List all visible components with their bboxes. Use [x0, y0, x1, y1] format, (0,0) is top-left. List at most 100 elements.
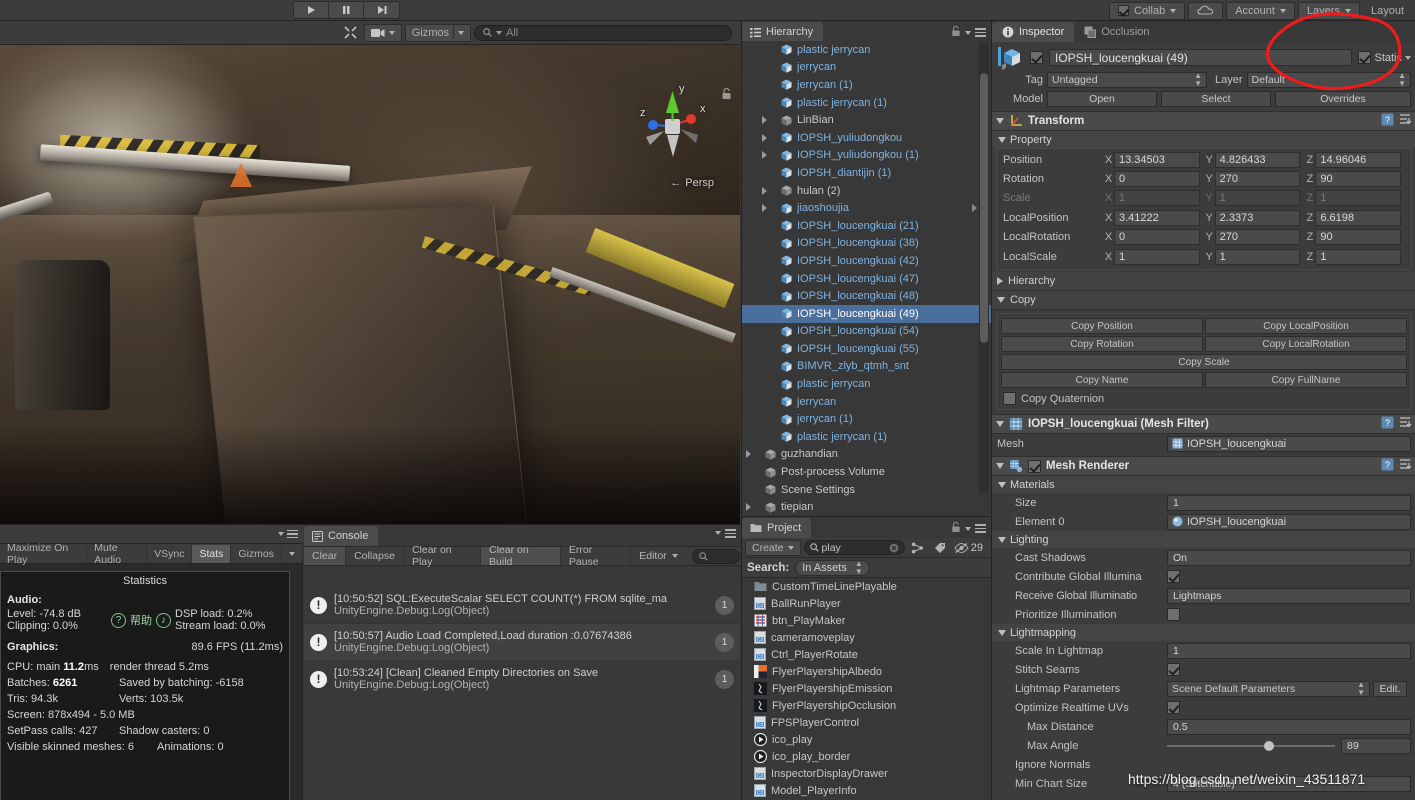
account-button[interactable]: Account	[1226, 1, 1295, 20]
lighting-section-header[interactable]: Lighting	[992, 531, 1415, 549]
transform-z-field[interactable]: 6.6198	[1315, 209, 1402, 226]
cast-shadows-value[interactable]: On	[1167, 549, 1411, 566]
foldout-open-icon[interactable]	[996, 463, 1004, 470]
tab-console[interactable]: Console	[304, 526, 379, 546]
settings-icon[interactable]	[1399, 416, 1412, 432]
collapse-button[interactable]: Collapse	[346, 547, 404, 565]
scale-in-lightmap-value[interactable]: 1	[1167, 642, 1411, 659]
expand-arrow-icon[interactable]	[762, 151, 767, 160]
asset-list-item[interactable]: btn_PlayMaker	[742, 612, 991, 629]
hierarchy-item[interactable]: plastic jerrycan	[742, 375, 991, 393]
step-button[interactable]	[364, 2, 399, 18]
pause-button[interactable]	[329, 2, 364, 18]
copy-localposition-button[interactable]: Copy LocalPosition	[1205, 318, 1407, 335]
expand-arrow-icon[interactable]	[746, 503, 751, 512]
tab-occlusion[interactable]: Occlusion	[1074, 22, 1159, 42]
clear-icon[interactable]	[889, 543, 899, 553]
editor-dropdown-button[interactable]: Editor	[631, 547, 685, 565]
tag-dropdown[interactable]: Untagged ▲ ▼	[1047, 71, 1207, 88]
copy-name-button[interactable]: Copy Name	[1001, 372, 1203, 389]
hierarchy-item[interactable]: jerrycan	[742, 59, 991, 77]
asset-list-item[interactable]: C# BallRunPlayer	[742, 595, 991, 612]
lock-icon[interactable]	[951, 521, 961, 536]
expand-arrow-icon[interactable]	[762, 116, 767, 125]
transform-z-field[interactable]: 14.96046	[1315, 151, 1402, 168]
console-menu-button[interactable]	[715, 529, 736, 538]
transform-y-field[interactable]: 1	[1214, 248, 1301, 265]
hierarchy-scrollbar-thumb[interactable]	[980, 73, 988, 343]
help-icon[interactable]: ?	[1381, 458, 1394, 474]
transform-y-field[interactable]: 4.826433	[1214, 151, 1301, 168]
max-angle-slider[interactable]: 89	[1167, 737, 1411, 754]
foldout-open-icon[interactable]	[998, 629, 1006, 636]
filter-label-button[interactable]	[931, 542, 951, 554]
clear-on-play-button[interactable]: Clear on Play	[404, 544, 482, 568]
project-create-button[interactable]: Create	[745, 539, 801, 556]
gameobject-enabled-checkbox[interactable]	[1030, 51, 1043, 64]
foldout-open-icon[interactable]	[997, 297, 1005, 304]
hierarchy-item[interactable]: jerrycan	[742, 393, 991, 411]
project-search-input[interactable]: play	[803, 540, 905, 555]
scene-view[interactable]: Gizmos All y x z ← Persp	[0, 21, 740, 524]
optimize-uvs-checkbox[interactable]	[1167, 701, 1180, 715]
slider-track[interactable]	[1167, 740, 1335, 751]
play-button[interactable]	[294, 2, 329, 18]
mesh-renderer-enabled-checkbox[interactable]	[1028, 459, 1041, 473]
hamburger-icon[interactable]	[975, 28, 986, 37]
vsync-button[interactable]: VSync	[147, 544, 193, 563]
settings-icon[interactable]	[1399, 113, 1412, 129]
scene-gizmos-button[interactable]: Gizmos	[404, 23, 471, 42]
receive-gi-value[interactable]: Lightmaps	[1167, 587, 1411, 604]
transform-x-field[interactable]: 3.41222	[1114, 209, 1200, 226]
mute-audio-button[interactable]: Mute Audio	[87, 542, 148, 566]
expand-arrow-icon[interactable]	[762, 186, 767, 195]
hierarchy-tree[interactable]: plastic jerrycan jerrycan jerrycan (1) plas…	[742, 41, 991, 515]
hierarchy-item[interactable]: tiepian	[742, 498, 991, 515]
help-icon[interactable]: ?	[1381, 113, 1394, 129]
hierarchy-item[interactable]: LinBian	[742, 111, 991, 129]
help-icon[interactable]: ?	[1381, 416, 1394, 432]
log-entry[interactable]: ! [10:50:57] Audio Load Completed,Load d…	[304, 624, 740, 661]
filter-type-button[interactable]	[908, 542, 928, 554]
transform-z-field[interactable]: 1	[1315, 190, 1402, 207]
hierarchy-item-selected[interactable]: IOPSH_loucengkuai (49)	[742, 304, 991, 323]
music-icon[interactable]: ♪	[156, 612, 171, 628]
copy-quaternion-row[interactable]: Copy Quaternion	[1001, 390, 1407, 406]
hierarchy-item[interactable]: jerrycan (1)	[742, 76, 991, 94]
tab-inspector[interactable]: Inspector	[992, 22, 1075, 42]
scene-search-input[interactable]: All	[474, 24, 732, 41]
project-asset-list[interactable]: CustomTimeLinePlayable C# BallRunPlayer btn…	[742, 578, 991, 800]
expand-arrow-icon[interactable]	[762, 204, 767, 213]
expand-arrow-icon[interactable]	[746, 450, 751, 459]
static-toggle[interactable]: Static	[1358, 51, 1411, 64]
stats-button[interactable]: Stats	[192, 544, 232, 563]
transform-x-field[interactable]: 13.34503	[1114, 151, 1200, 168]
transform-z-field[interactable]: 1	[1315, 248, 1402, 265]
gizmos-button[interactable]: Gizmos	[231, 544, 282, 563]
hierarchy-item[interactable]: IOPSH_loucengkuai (38)	[742, 235, 991, 253]
mesh-renderer-header[interactable]: Mesh Renderer ?	[992, 456, 1415, 477]
layers-button[interactable]: Layers	[1297, 1, 1360, 20]
stitch-seams-checkbox[interactable]	[1167, 663, 1180, 677]
copy-scale-button[interactable]: Copy Scale	[1001, 354, 1407, 371]
lightmapping-section-header[interactable]: Lightmapping	[992, 624, 1415, 642]
scene-orientation-gizmo[interactable]: y x z	[634, 83, 712, 165]
transform-y-field[interactable]: 270	[1214, 229, 1301, 246]
collab-button[interactable]: Collab	[1109, 1, 1186, 20]
search-scope-dropdown[interactable]: In Assets ▲ ▼	[795, 559, 870, 576]
foldout-open-icon[interactable]	[998, 536, 1006, 543]
asset-list-item[interactable]: C# InspectorDisplayDrawer	[742, 765, 991, 782]
clear-on-build-button[interactable]: Clear on Build	[481, 544, 561, 568]
tab-hierarchy[interactable]: Hierarchy	[742, 22, 824, 42]
copy-rotation-button[interactable]: Copy Rotation	[1001, 336, 1203, 353]
console-search-input[interactable]	[691, 548, 740, 564]
hierarchy-item[interactable]: IOPSH_loucengkuai (48)	[742, 287, 991, 305]
hierarchy-item[interactable]: plastic jerrycan (1)	[742, 428, 991, 446]
foldout-open-icon[interactable]	[998, 481, 1006, 488]
static-checkbox[interactable]	[1358, 51, 1372, 64]
foldout-open-icon[interactable]	[996, 118, 1004, 124]
asset-list-item[interactable]: C# Ctrl_PlayerRotate	[742, 646, 991, 663]
asset-list-item[interactable]: FlyerPlayershipAlbedo	[742, 663, 991, 680]
question-icon[interactable]: ?	[111, 612, 126, 628]
materials-section-header[interactable]: Materials	[992, 476, 1415, 494]
